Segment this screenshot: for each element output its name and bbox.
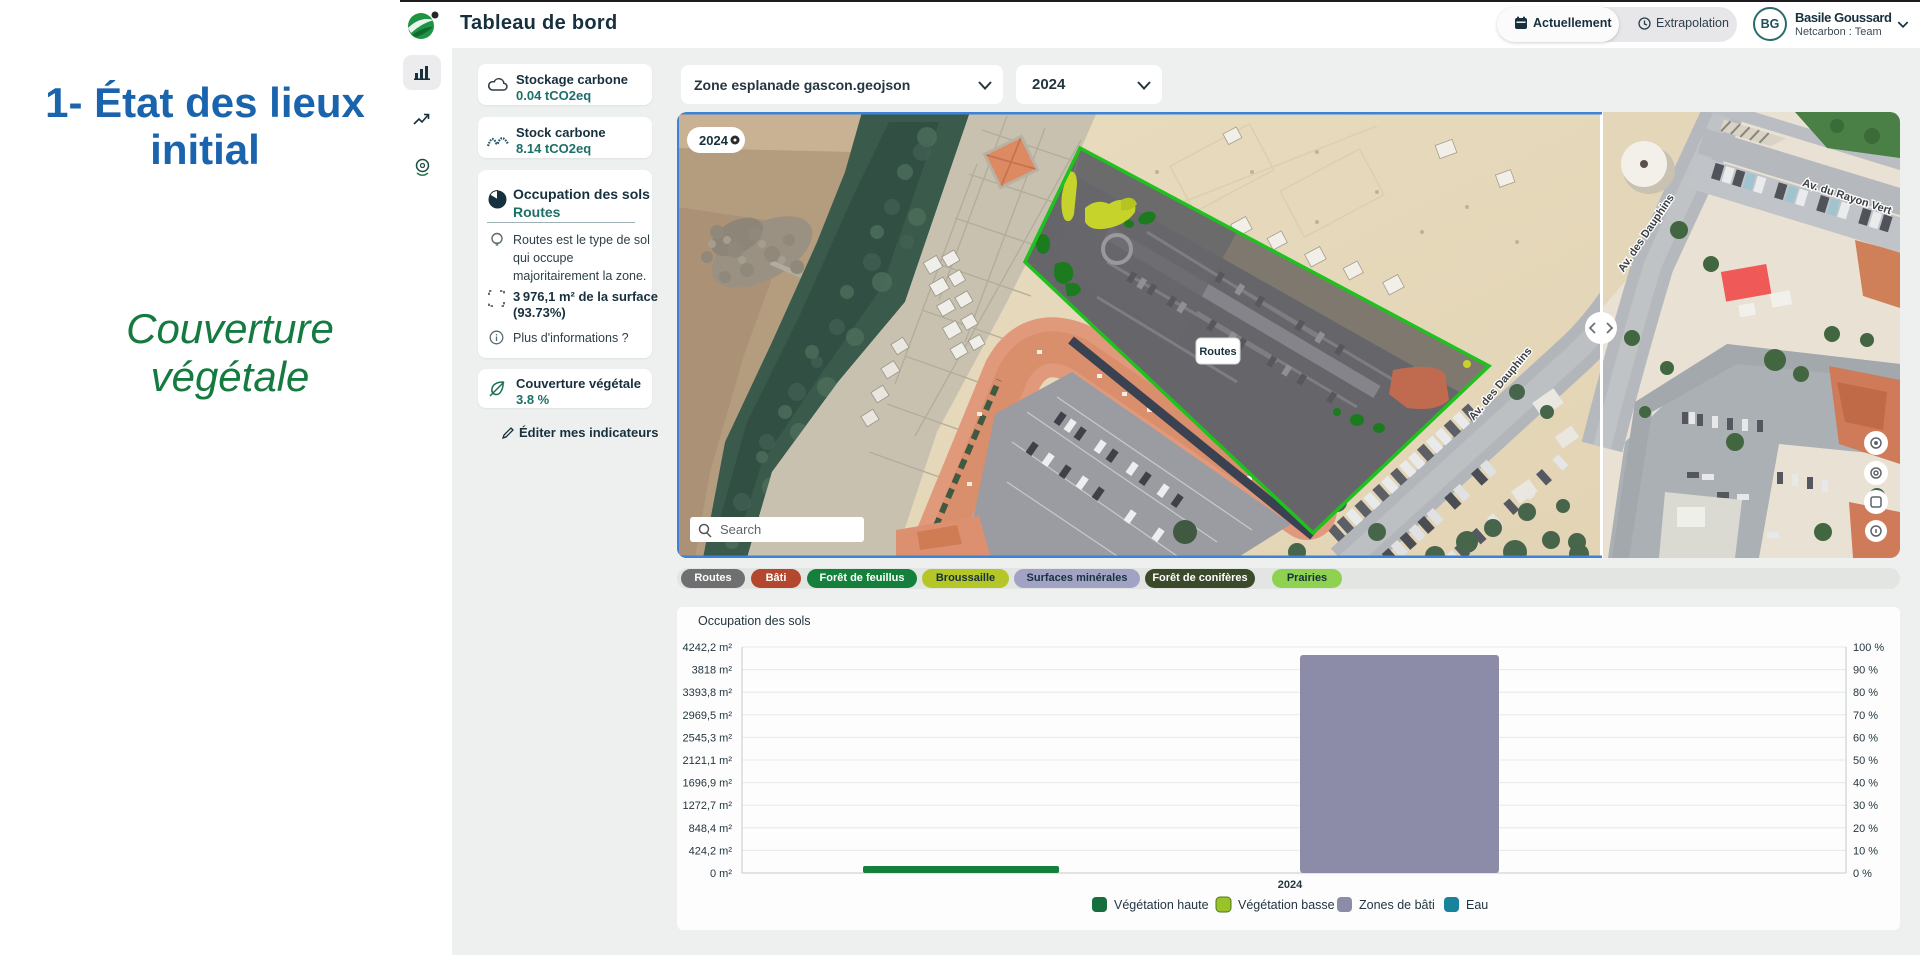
svg-text:2969,5 m²: 2969,5 m² bbox=[682, 710, 732, 722]
svg-text:0 %: 0 % bbox=[1853, 868, 1872, 880]
svg-text:1272,7 m²: 1272,7 m² bbox=[682, 800, 732, 812]
svg-text:3818 m²: 3818 m² bbox=[692, 665, 733, 677]
svg-text:60 %: 60 % bbox=[1853, 732, 1878, 744]
svg-text:40 %: 40 % bbox=[1853, 778, 1878, 790]
svg-text:Search: Search bbox=[720, 522, 761, 537]
svg-text:2024: 2024 bbox=[699, 133, 729, 148]
svg-text:424,2 m²: 424,2 m² bbox=[689, 845, 733, 857]
svg-text:0 m²: 0 m² bbox=[710, 868, 732, 880]
svg-text:Eau: Eau bbox=[1466, 898, 1488, 912]
svg-text:50 %: 50 % bbox=[1853, 755, 1878, 767]
svg-text:2024: 2024 bbox=[1278, 879, 1303, 891]
svg-text:3393,8 m²: 3393,8 m² bbox=[682, 687, 732, 699]
svg-text:848,4 m²: 848,4 m² bbox=[689, 823, 733, 835]
svg-text:70 %: 70 % bbox=[1853, 710, 1878, 722]
svg-text:10 %: 10 % bbox=[1853, 845, 1878, 857]
svg-text:30 %: 30 % bbox=[1853, 800, 1878, 812]
svg-text:90 %: 90 % bbox=[1853, 665, 1878, 677]
svg-text:100 %: 100 % bbox=[1853, 642, 1884, 654]
svg-text:20 %: 20 % bbox=[1853, 823, 1878, 835]
svg-text:80 %: 80 % bbox=[1853, 687, 1878, 699]
svg-text:Végétation haute: Végétation haute bbox=[1114, 898, 1209, 912]
svg-text:Zones de bâti: Zones de bâti bbox=[1359, 898, 1435, 912]
svg-text:2121,1 m²: 2121,1 m² bbox=[682, 755, 732, 767]
svg-text:1696,9 m²: 1696,9 m² bbox=[682, 778, 732, 790]
svg-text:Routes: Routes bbox=[1199, 346, 1236, 358]
svg-text:4242,2 m²: 4242,2 m² bbox=[682, 642, 732, 654]
svg-text:Végétation basse: Végétation basse bbox=[1238, 898, 1335, 912]
svg-text:2545,3 m²: 2545,3 m² bbox=[682, 732, 732, 744]
